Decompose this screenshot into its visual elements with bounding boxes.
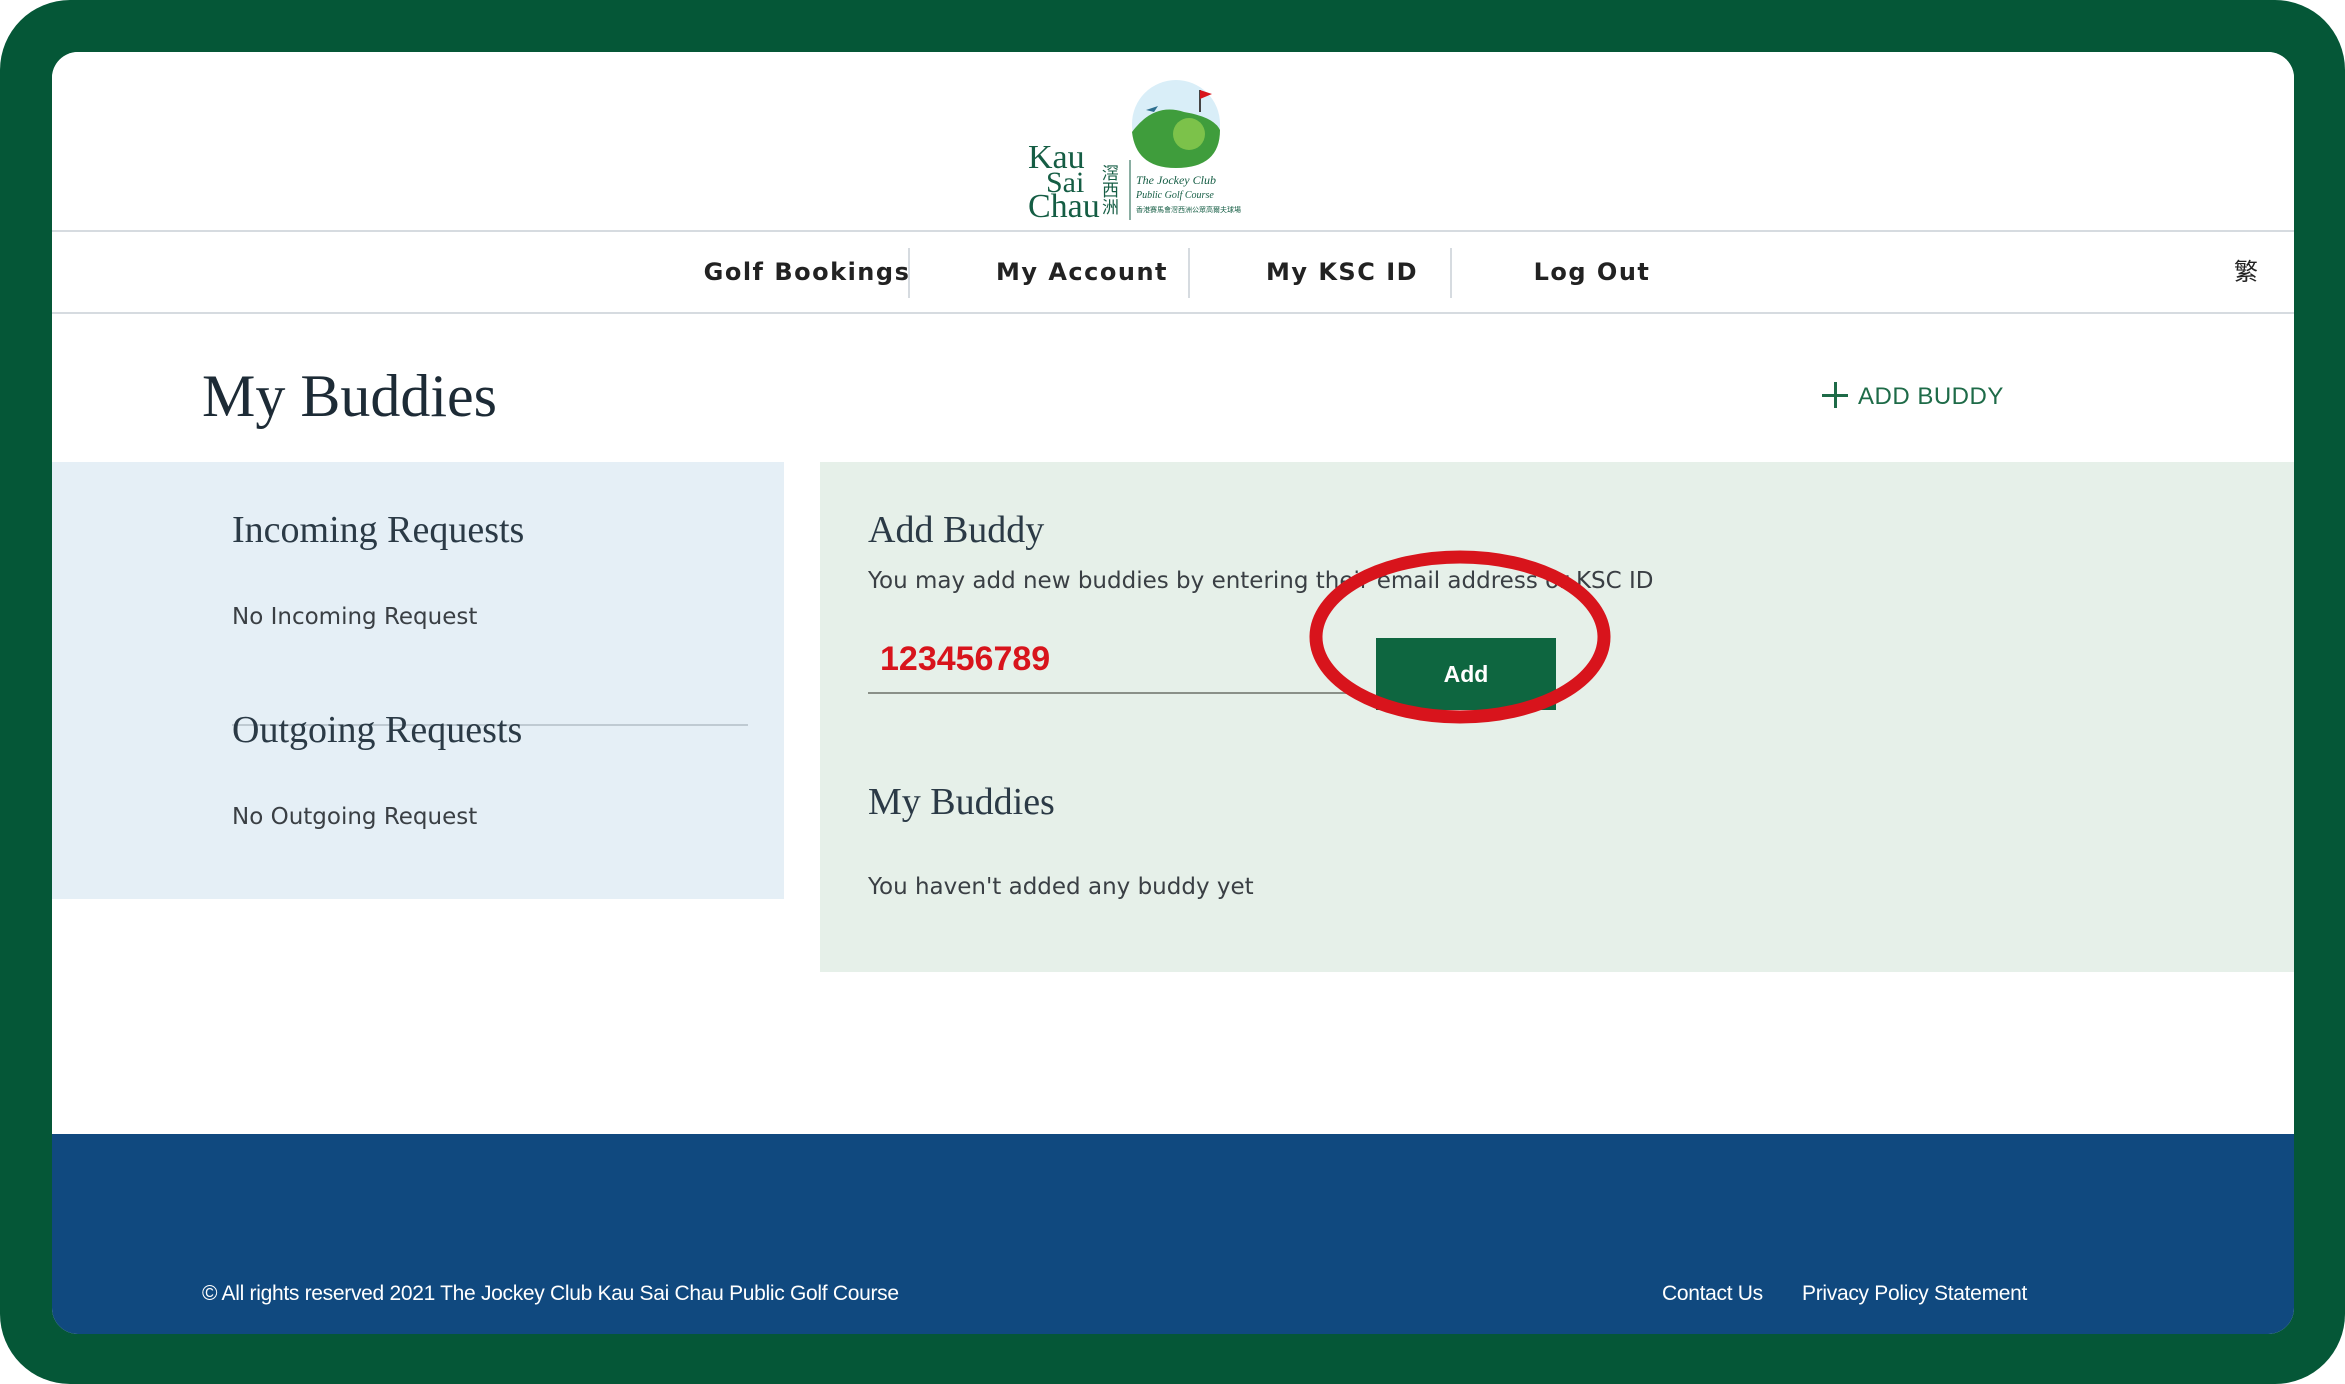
nav-my-account[interactable]: My Account — [932, 232, 1232, 312]
buddy-id-input[interactable]: 123456789 — [880, 640, 1050, 679]
browser-screen: Kau Sai Chau 滘西洲 The Jockey Club Public … — [52, 52, 2294, 1334]
outgoing-requests-empty: No Outgoing Request — [232, 804, 478, 830]
footer-copyright: © All rights reserved 2021 The Jockey Cl… — [202, 1282, 899, 1305]
add-buddy-link-label: ADD BUDDY — [1858, 383, 2004, 410]
my-buddies-title: My Buddies — [868, 781, 1055, 823]
nav-my-ksc-id[interactable]: My KSC ID — [1212, 232, 1472, 312]
logo-subtitle-1: The Jockey Club — [1136, 173, 1216, 187]
footer-contact-us[interactable]: Contact Us — [1662, 1282, 1763, 1306]
logo-text-chau: Chau — [1028, 188, 1100, 222]
ksc-logo[interactable]: Kau Sai Chau 滘西洲 The Jockey Club Public … — [1024, 72, 1264, 222]
outgoing-requests-title: Outgoing Requests — [232, 709, 523, 751]
main-nav: Golf Bookings My Account My KSC ID Log O… — [52, 230, 2294, 314]
add-buddy-title: Add Buddy — [868, 509, 1045, 551]
logo-text-chinese: 滘西洲 — [1098, 164, 1119, 215]
requests-panel: Incoming Requests No Incoming Request Ou… — [52, 462, 784, 899]
page-title: My Buddies — [202, 363, 498, 429]
site-header: Kau Sai Chau 滘西洲 The Jockey Club Public … — [52, 52, 2294, 230]
nav-separator — [908, 248, 910, 298]
add-buddy-link[interactable]: ADD BUDDY — [1822, 382, 2004, 411]
nav-separator — [1188, 248, 1190, 298]
logo-subtitle-2: Public Golf Course — [1135, 190, 1214, 201]
plus-icon — [1822, 382, 1848, 408]
nav-log-out[interactable]: Log Out — [1472, 232, 1712, 312]
my-buddies-empty: You haven't added any buddy yet — [868, 874, 1254, 900]
site-footer: © All rights reserved 2021 The Jockey Cl… — [52, 1134, 2294, 1334]
incoming-requests-title: Incoming Requests — [232, 509, 525, 551]
footer-privacy-policy[interactable]: Privacy Policy Statement — [1802, 1282, 2027, 1306]
incoming-requests-empty: No Incoming Request — [232, 604, 478, 630]
language-toggle[interactable]: 繁 — [2234, 232, 2258, 312]
highlight-circle — [1309, 550, 1611, 724]
logo-subtitle-3: 香港賽馬會滘西洲公眾高爾夫球場 — [1136, 205, 1241, 214]
nav-separator — [1450, 248, 1452, 298]
buddy-id-input-underline — [868, 692, 1362, 694]
